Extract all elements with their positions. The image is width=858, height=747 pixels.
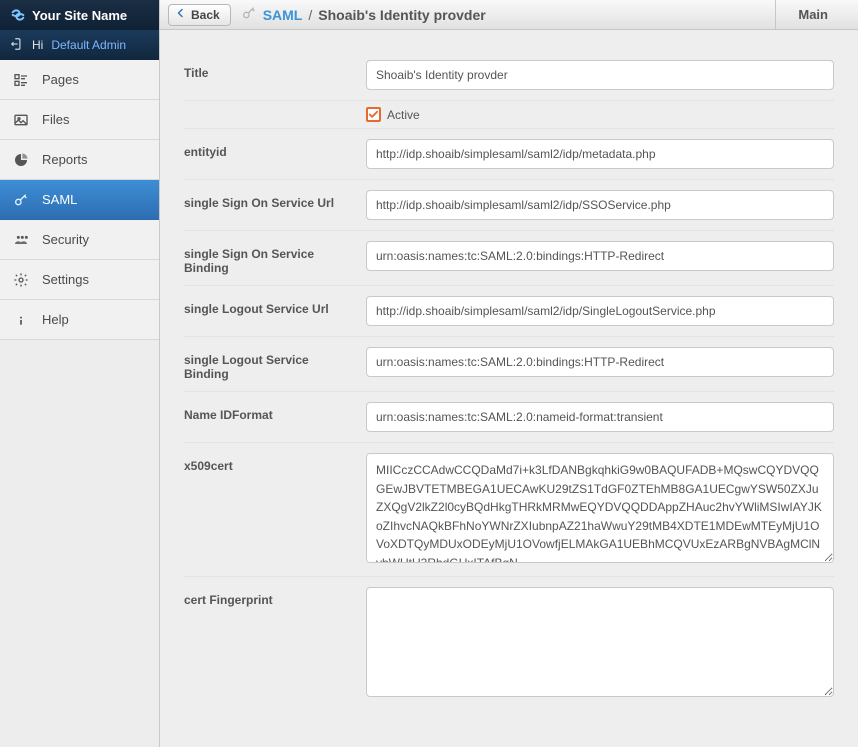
sidebar-item-help[interactable]: Help xyxy=(0,300,159,340)
people-icon xyxy=(12,231,30,249)
active-checkbox[interactable] xyxy=(366,107,381,122)
logout-icon[interactable] xyxy=(10,37,24,54)
sidebar-item-saml[interactable]: SAML xyxy=(0,180,159,220)
sidebar-item-label: Help xyxy=(42,312,69,327)
row-sso-binding: single Sign On Service Binding xyxy=(184,230,834,285)
fingerprint-textarea[interactable] xyxy=(366,587,834,697)
main-panel: Back SAML / Shoaib's Identity provder Ma… xyxy=(160,0,858,747)
breadcrumb-root[interactable]: SAML xyxy=(263,7,303,23)
sidebar-item-settings[interactable]: Settings xyxy=(0,260,159,300)
sso-url-input[interactable] xyxy=(366,190,834,220)
sidebar: Your Site Name Hi Default Admin Pages Fi… xyxy=(0,0,160,747)
title-label: Title xyxy=(184,60,366,80)
fingerprint-label: cert Fingerprint xyxy=(184,587,366,607)
nameid-input[interactable] xyxy=(366,402,834,432)
row-slo-binding: single Logout Service Binding xyxy=(184,336,834,391)
sso-url-label: single Sign On Service Url xyxy=(184,190,366,210)
sidebar-item-label: Reports xyxy=(42,152,88,167)
sidebar-item-label: Pages xyxy=(42,72,79,87)
tab-main[interactable]: Main xyxy=(775,0,850,30)
entityid-label: entityid xyxy=(184,139,366,159)
slo-binding-label: single Logout Service Binding xyxy=(184,347,366,381)
user-bar: Hi Default Admin xyxy=(0,30,159,60)
row-title: Title xyxy=(184,50,834,100)
sso-binding-label: single Sign On Service Binding xyxy=(184,241,366,275)
slo-url-label: single Logout Service Url xyxy=(184,296,366,316)
entityid-input[interactable] xyxy=(366,139,834,169)
row-active: Active xyxy=(184,100,834,128)
back-button-label: Back xyxy=(191,8,220,22)
sidebar-item-label: Settings xyxy=(42,272,89,287)
nameid-label: Name IDFormat xyxy=(184,402,366,422)
breadcrumb-leaf: Shoaib's Identity provder xyxy=(318,7,485,23)
sso-binding-input[interactable] xyxy=(366,241,834,271)
slo-binding-input[interactable] xyxy=(366,347,834,377)
x509-label: x509cert xyxy=(184,453,366,473)
back-button[interactable]: Back xyxy=(168,4,231,26)
arrow-left-icon xyxy=(175,7,187,22)
pie-chart-icon xyxy=(12,151,30,169)
sidebar-item-label: Security xyxy=(42,232,89,247)
sidebar-item-pages[interactable]: Pages xyxy=(0,60,159,100)
row-x509: x509cert xyxy=(184,442,834,576)
saml-form: Title Active entityid xyxy=(184,50,834,710)
active-label: Active xyxy=(387,108,420,122)
row-sso-url: single Sign On Service Url xyxy=(184,179,834,230)
key-icon xyxy=(12,191,30,209)
greeting-text: Hi xyxy=(32,38,43,52)
key-icon xyxy=(241,5,257,24)
row-fingerprint: cert Fingerprint xyxy=(184,576,834,710)
slo-url-input[interactable] xyxy=(366,296,834,326)
row-slo-url: single Logout Service Url xyxy=(184,285,834,336)
row-nameid: Name IDFormat xyxy=(184,391,834,442)
image-icon xyxy=(12,111,30,129)
content-area: Title Active entityid xyxy=(160,30,858,747)
title-input[interactable] xyxy=(366,60,834,90)
topbar: Back SAML / Shoaib's Identity provder Ma… xyxy=(160,0,858,30)
row-entityid: entityid xyxy=(184,128,834,179)
primary-nav: Pages Files Reports SAML xyxy=(0,60,159,340)
x509-textarea[interactable] xyxy=(366,453,834,563)
brand-bar: Your Site Name xyxy=(0,0,159,30)
user-name-link[interactable]: Default Admin xyxy=(51,38,126,52)
sidebar-item-label: Files xyxy=(42,112,69,127)
breadcrumb: SAML / Shoaib's Identity provder xyxy=(241,5,486,24)
info-icon xyxy=(12,311,30,329)
gear-icon xyxy=(12,271,30,289)
sidebar-item-files[interactable]: Files xyxy=(0,100,159,140)
sidebar-item-security[interactable]: Security xyxy=(0,220,159,260)
brand-logo-icon xyxy=(10,7,26,23)
sidebar-item-reports[interactable]: Reports xyxy=(0,140,159,180)
site-name: Your Site Name xyxy=(32,8,127,23)
breadcrumb-separator: / xyxy=(308,7,312,23)
sidebar-item-label: SAML xyxy=(42,192,77,207)
pages-icon xyxy=(12,71,30,89)
